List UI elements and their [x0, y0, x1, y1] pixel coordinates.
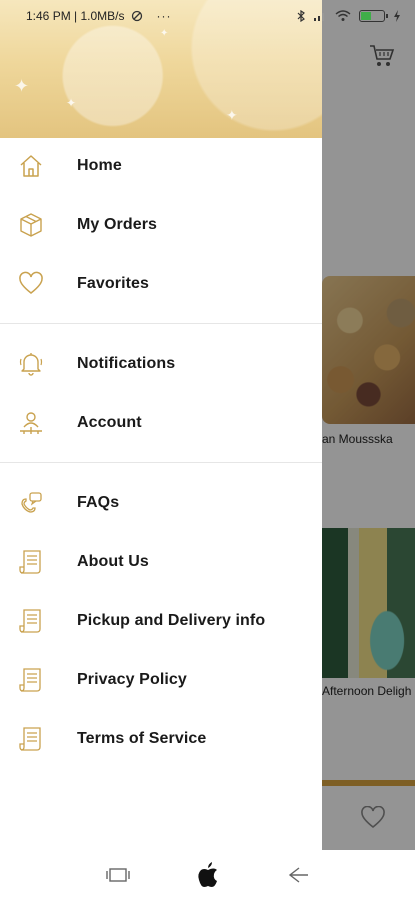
bluetooth-icon	[297, 10, 305, 22]
home-button[interactable]	[193, 860, 223, 890]
document-icon	[18, 726, 44, 752]
menu-item-privacy-policy[interactable]: Privacy Policy	[0, 650, 322, 709]
menu-item-pickup-delivery[interactable]: Pickup and Delivery info	[0, 591, 322, 650]
menu-item-about-us[interactable]: About Us	[0, 532, 322, 591]
sparkle-icon: ✦	[66, 96, 77, 110]
menu-label: Terms of Service	[77, 729, 207, 747]
menu-item-favorites[interactable]: Favorites	[0, 254, 322, 313]
menu-label: FAQs	[77, 493, 120, 511]
back-icon	[288, 867, 308, 883]
home-icon	[18, 153, 44, 179]
menu-label: Notifications	[77, 354, 176, 372]
menu-label: Favorites	[77, 274, 150, 292]
menu-label: Home	[77, 156, 122, 174]
system-nav-bar	[0, 850, 415, 900]
box-icon	[18, 212, 44, 238]
navigation-drawer: ✦ ✦ ✦ ✦ Home My Orders Favorites Notific…	[0, 0, 322, 850]
document-icon	[18, 667, 44, 693]
menu-divider	[0, 462, 322, 463]
charging-icon	[394, 10, 400, 22]
menu-item-home[interactable]: Home	[0, 136, 322, 195]
recents-icon	[105, 868, 130, 882]
menu-item-terms-of-service[interactable]: Terms of Service	[0, 709, 322, 768]
menu-label: Account	[77, 413, 142, 431]
menu-item-account[interactable]: Account	[0, 393, 322, 452]
menu-label: Privacy Policy	[77, 670, 187, 688]
document-icon	[18, 608, 44, 634]
back-button[interactable]	[283, 860, 313, 890]
bell-icon	[18, 351, 44, 377]
status-bar: 1:46 PM | 1.0MB/s ···	[0, 0, 415, 32]
status-time: 1:46 PM | 1.0MB/s	[26, 9, 125, 23]
sync-icon	[131, 10, 142, 22]
document-icon	[18, 549, 44, 575]
menu-item-my-orders[interactable]: My Orders	[0, 195, 322, 254]
heart-icon	[18, 271, 44, 297]
menu-divider	[0, 323, 322, 324]
wifi-icon	[335, 10, 351, 21]
menu-item-faqs[interactable]: FAQs	[0, 473, 322, 532]
apple-icon	[197, 862, 217, 887]
menu-label: About Us	[77, 552, 149, 570]
menu-label: Pickup and Delivery info	[77, 611, 266, 629]
menu-item-notifications[interactable]: Notifications	[0, 334, 322, 393]
signal-icon	[314, 13, 324, 21]
recents-button[interactable]	[103, 860, 133, 890]
battery-icon	[359, 10, 388, 22]
sparkle-icon: ✦	[226, 108, 238, 124]
account-icon	[18, 410, 44, 436]
menu-label: My Orders	[77, 215, 158, 233]
status-more: ···	[156, 9, 172, 23]
chat-icon	[18, 490, 44, 516]
drawer-menu: Home My Orders Favorites Notifications A…	[0, 138, 322, 768]
sparkle-icon: ✦	[14, 76, 30, 97]
